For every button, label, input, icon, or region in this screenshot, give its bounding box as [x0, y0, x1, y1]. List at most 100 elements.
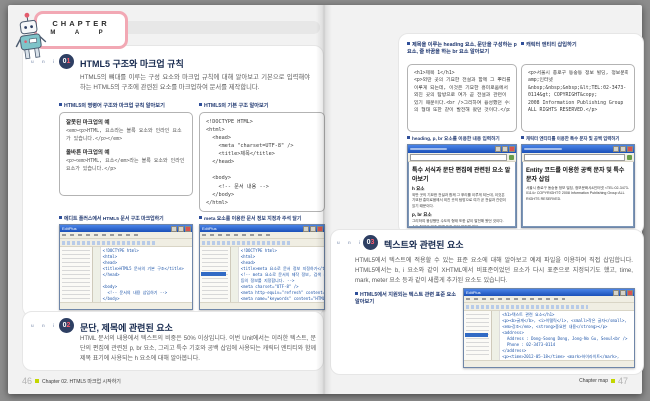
minimize-icon: [495, 146, 501, 152]
minimize-icon: [303, 226, 309, 232]
right-page-number: 47: [618, 376, 628, 386]
left-page-number: 46: [22, 376, 32, 386]
footer-bullet-icon: [35, 379, 39, 383]
bullet-square-icon: [407, 42, 410, 45]
editor1-statusbar: [60, 302, 192, 309]
browser2-screenshot: Entity 코드를 이용한 공백 문자 및 특수 문자 삽입 서울시 종로구 …: [521, 144, 635, 228]
unit03-title: 텍스트와 관련된 요소: [384, 238, 464, 251]
unit02-card: u n i t 02 문단, 제목에 관련된 요소 HTML 문서의 내용에서 …: [22, 311, 324, 371]
unit02-number-badge: 02: [59, 318, 74, 333]
editor3-line-gutter: [492, 311, 500, 360]
editor3-title: EditPlus: [464, 290, 481, 295]
bullet-square-icon: [199, 103, 202, 106]
editor3-caption: HTML5에서 지원되는 텍스트 관련 표준 요소 알아보기: [355, 292, 457, 307]
bullet-square-icon: [521, 136, 524, 139]
close-icon: [627, 146, 633, 152]
badge-digit: 1: [67, 58, 71, 65]
logo-line1: CHAPTER: [37, 19, 125, 28]
editor1-line-gutter: [93, 247, 101, 302]
editor1-menubar: [60, 232, 192, 239]
bullet-square-icon: [59, 216, 62, 219]
unit03-number-badge: 03: [363, 235, 378, 250]
browser2-content: Entity 코드를 이용한 공백 문자 및 특수 문자 삽입 서울시 종로구 …: [522, 162, 634, 227]
heading-elements-header: 제목을 이루는 heading 요소, 문단을 구성하는 p 요소, 줄 바꿈을…: [407, 42, 519, 57]
basic-structure-box: <!DOCTYPE HTML> <html> <head> <meta "cha…: [199, 112, 325, 212]
minimize-icon: [171, 226, 177, 232]
close-icon: [185, 226, 191, 232]
editor2-statusbar: [200, 302, 324, 309]
rendered-heading: Entity 코드를 이용한 공백 문자 및 특수 문자 삽입: [526, 165, 630, 183]
editor1-titlebar: EditPlus: [60, 225, 192, 232]
editor1-code-area: <!DOCTYPE html> <html> <head> <title>HTM…: [101, 247, 192, 302]
good-markup-label: 올바른 마크업의 예: [66, 148, 186, 156]
bullet-square-icon: [59, 103, 62, 106]
markup-example-box: 잘못된 마크업의 예 <em><p>HTML, 요소라는 블록 요소와 인라인 …: [59, 112, 193, 196]
basic-structure-code: <!DOCTYPE HTML> <html> <head> <meta "cha…: [206, 118, 318, 207]
bad-markup-label: 잘못된 마크업의 예: [66, 118, 186, 126]
editor3-menubar: [464, 296, 634, 303]
bad-markup-code: <em><p>HTML, 요소라는 블록 요소와 인라인 요소가 있습니다.</…: [66, 128, 186, 143]
close-icon: [627, 290, 633, 296]
maximize-icon: [310, 226, 316, 232]
editor2-titlebar: EditPlus: [200, 225, 324, 232]
rendered-heading: 특수 서식과 문단 편집에 관련된 요소 알아보기: [412, 165, 512, 183]
editor1-title: EditPlus: [60, 226, 77, 231]
unit01-number-badge: 01: [59, 54, 74, 69]
browser1-address-bar: [408, 153, 516, 162]
editor2-toolbar: [200, 239, 324, 247]
rendered-paragraph: 외딴 곳의 기묘한 전설과 함께 그 뿌리를 이루게 되는데, 이것은 기묘한 …: [412, 193, 512, 209]
right-footer-caption: Chapter map: [579, 378, 608, 384]
selected-line-highlight: [201, 272, 226, 276]
editor3-screenshot: EditPlus <h1>텍스트 관련 요소</h1> <p><b>굵게</b>…: [463, 288, 635, 368]
browser2-title: [524, 148, 562, 150]
bullet-square-icon: [521, 42, 524, 45]
heading-code: <h1>제목 1</h1> <p>외딴 곳의 기묘한 전설과 함께 그 뿌리를 …: [414, 70, 510, 115]
go-icon: [627, 155, 632, 160]
editor2-screenshot: EditPlus <!DOCTYPE html> <html> <head> <…: [199, 224, 325, 310]
rendered-paragraph: 그리하여 융성했던 수도의 형태 또한 같이 발전해 왔던 것이다. 수도 형태…: [412, 219, 512, 227]
editor2-code-area: <!DOCTYPE html> <html> <head> <title>met…: [239, 247, 324, 302]
editor3-code-area: <h1>텍스트 관련 요소</h1> <p><b>굵게</b>, <i>이탤릭<…: [500, 311, 634, 360]
editor2-title: EditPlus: [200, 226, 217, 231]
unit02-body: HTML 문서의 내용에서 텍스트의 비중은 50% 이상입니다. 이번 Uni…: [80, 335, 316, 365]
browser1-title: [410, 148, 447, 150]
editor3-sidebar: [464, 311, 492, 360]
book-spread: CHAPTER M A P u n i t 01 HTML5 구조와 마크업 규…: [8, 5, 642, 394]
unit02-title: 문단, 제목에 관련된 요소: [80, 321, 173, 334]
maximize-icon: [178, 226, 184, 232]
maximize-icon: [620, 290, 626, 296]
footer-bullet-icon: [611, 379, 615, 383]
rendered-paragraph: 서울시 종로구 동숭동 정보 빌딩, 정보문화사&인터넷 <TEL:02-347…: [526, 186, 630, 202]
editor1-screenshot: EditPlus <!DOCTYPE html> <html> <head> <…: [59, 224, 193, 310]
editor1-caption: 에디트 플러스에서 HTML5 문서 구조 마크업하기: [59, 216, 195, 224]
maximize-icon: [620, 146, 626, 152]
browser2-address-bar: [522, 153, 634, 162]
browser2-titlebar: [522, 145, 634, 153]
browser1-screenshot: 특수 서식과 문단 편집에 관련된 요소 알아보기 h 요소 외딴 곳의 기묘한…: [407, 144, 517, 228]
unit01-card: u n i t 01 HTML5 구조와 마크업 규칙 HTML5의 뼈대를 이…: [22, 45, 324, 317]
unit01-body: HTML5의 뼈대를 이루는 구성 요소와 마크업 규칙에 대해 알아보고 기본…: [80, 73, 310, 94]
browser1-content: 특수 서식과 문단 편집에 관련된 요소 알아보기 h 요소 외딴 곳의 기묘한…: [408, 162, 516, 227]
go-icon: [509, 155, 514, 160]
rendered-subheading: p, br 요소: [412, 212, 512, 218]
unit03-card: u n i t 03 텍스트와 관련된 요소 HTML5에서 텍스트에 적용할 …: [330, 229, 644, 375]
rendered-subheading: h 요소: [412, 186, 512, 192]
editor2-caption: meta 요소를 이용한 문서 정보 지정과 주석 달기: [199, 216, 327, 224]
editor3-titlebar: EditPlus: [464, 289, 634, 296]
minimize-icon: [613, 146, 619, 152]
entity-header: 캐릭터 엔티티 삽입하기: [521, 42, 635, 49]
editor3-statusbar: [464, 360, 634, 367]
address-input: [524, 154, 625, 161]
unit03-body: HTML5에서 텍스트에 적용할 수 있는 표준 요소에 대해 알아보고 예제 …: [355, 256, 633, 286]
address-input: [410, 154, 507, 161]
basic-structure-header: HTML5의 기본 구조 알아보기: [199, 103, 325, 110]
editor2-line-gutter: [231, 247, 239, 302]
bullet-square-icon: [355, 292, 358, 295]
entity-code-box: <p>서울시 종로구 동숭동 정보 빌딩, 정보문화사& amp;인터넷 &nb…: [521, 64, 635, 132]
maximize-icon: [502, 146, 508, 152]
editor1-sidebar: [60, 247, 93, 302]
good-markup-code: <p><em>HTML, 요소</em>라는 블록 요소와 인라인 요소가 있습…: [66, 158, 186, 173]
left-footer: 46 Chapter 02. HTML5 마크업 시작하기: [22, 376, 121, 386]
selected-line-highlight: [465, 333, 488, 337]
editor3-toolbar: [464, 303, 634, 311]
